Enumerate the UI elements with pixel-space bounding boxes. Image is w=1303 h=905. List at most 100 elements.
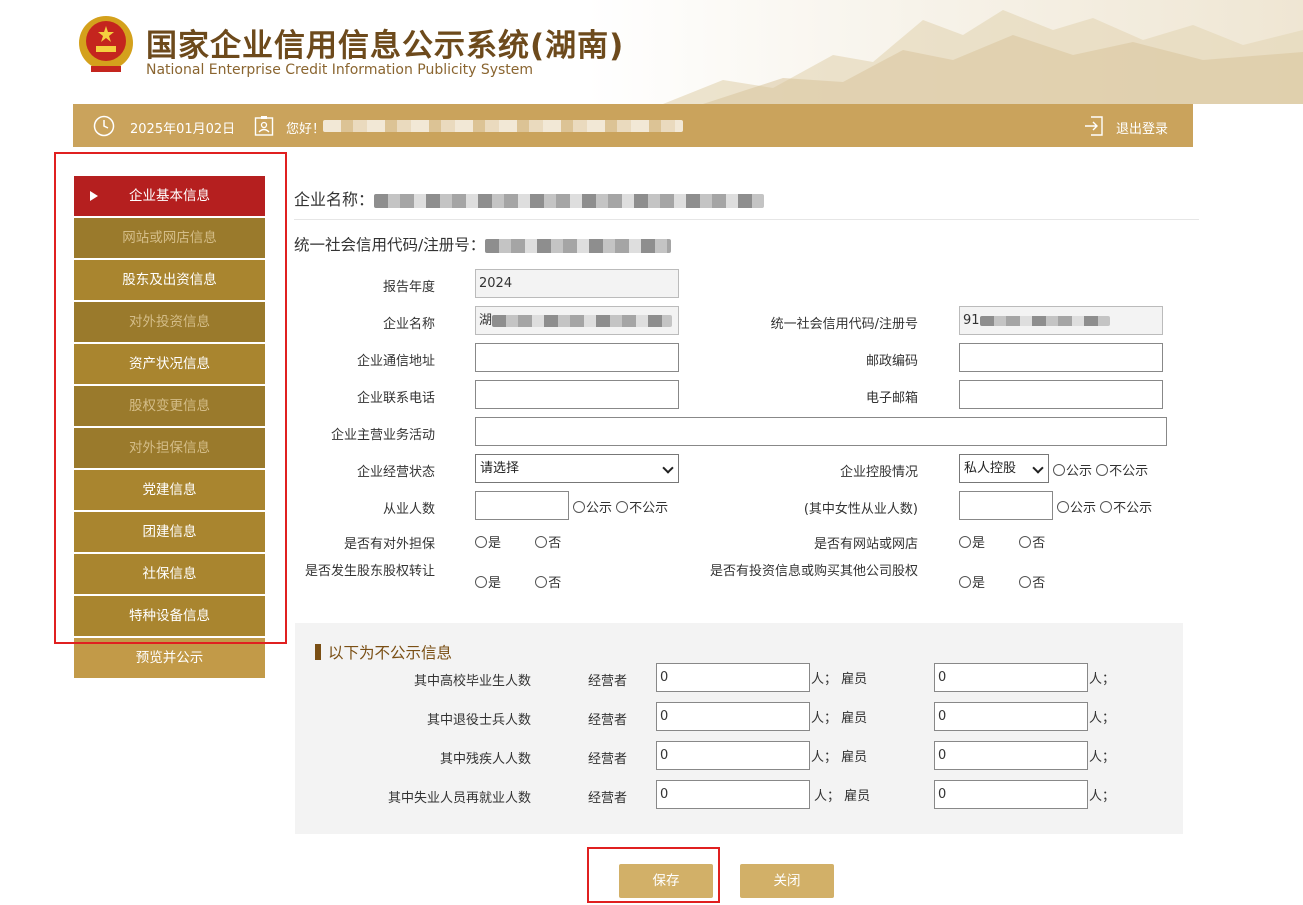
logout-icon[interactable] xyxy=(1083,115,1105,137)
holding-not-public-radio[interactable] xyxy=(1096,464,1109,476)
guarantee-no-radio[interactable] xyxy=(535,536,548,548)
website-yes-radio[interactable] xyxy=(959,536,971,548)
guarantee-yes-radio[interactable] xyxy=(475,536,487,548)
female-not-public-radio[interactable] xyxy=(1100,501,1113,513)
disabled-employee-input[interactable]: 0 xyxy=(934,741,1088,770)
investment-yes-text: 是 xyxy=(972,576,986,591)
sidebar-item-website[interactable]: 网站或网店信息 xyxy=(74,218,265,258)
email-label: 电子邮箱 xyxy=(865,391,918,406)
sidebar-item-guarantee[interactable]: 对外担保信息 xyxy=(74,428,265,468)
disabled-operator-label: 经营者 xyxy=(588,752,628,767)
female-employees-label: (其中女性从业人数) xyxy=(803,502,918,517)
equity-transfer-yes-radio[interactable] xyxy=(475,576,487,588)
female-public-radios: 公示 不公示 xyxy=(1057,497,1152,516)
reemployed-operator-label: 经营者 xyxy=(588,791,628,806)
business-label: 企业主营业务活动 xyxy=(330,428,435,443)
investment-label: 是否有投资信息或购买其他公司股权 xyxy=(709,564,918,579)
holding-label: 企业控股情况 xyxy=(839,465,918,480)
website-radios: 是 否 xyxy=(959,532,1045,551)
equity-transfer-no-radio[interactable] xyxy=(535,576,548,588)
credit-code-value: 91 xyxy=(963,313,980,328)
credit-code-field-label: 统一社会信用代码/注册号 xyxy=(770,317,918,332)
enterprise-name-redacted xyxy=(492,314,673,327)
sidebar: 企业基本信息 网站或网店信息 股东及出资信息 对外投资信息 资产状况信息 股权变… xyxy=(74,176,265,680)
reemployed-employee-input[interactable]: 0 xyxy=(934,780,1088,809)
non-public-title: 以下为不公示信息 xyxy=(315,641,452,663)
phone-input[interactable] xyxy=(475,380,679,409)
graduates-operator-input[interactable]: 0 xyxy=(656,663,810,692)
employees-label: 从业人数 xyxy=(382,502,435,517)
mountain-decoration xyxy=(663,10,1303,104)
credit-code-input-redacted xyxy=(979,315,1110,326)
holding-public-text: 公示 xyxy=(1066,464,1093,479)
website-yes-text: 是 xyxy=(972,536,986,551)
investment-no-radio[interactable] xyxy=(1019,576,1032,588)
equity-transfer-label: 是否发生股东股权转让 xyxy=(304,564,435,579)
sidebar-item-assets[interactable]: 资产状况信息 xyxy=(74,344,265,384)
chevron-down-icon xyxy=(662,462,674,474)
graduates-employee-input[interactable]: 0 xyxy=(934,663,1088,692)
sidebar-item-investment[interactable]: 对外投资信息 xyxy=(74,302,265,342)
business-input[interactable] xyxy=(475,417,1167,446)
employees-input[interactable] xyxy=(475,491,569,520)
credit-code-input[interactable]: 91 xyxy=(959,306,1163,335)
reemployed-label: 其中失业人员再就业人数 xyxy=(387,791,531,806)
female-employees-input[interactable] xyxy=(959,491,1053,520)
sidebar-item-social-security[interactable]: 社保信息 xyxy=(74,554,265,594)
holding-public-radio[interactable] xyxy=(1053,464,1065,476)
employees-not-public-radio[interactable] xyxy=(616,501,629,513)
enterprise-name-input[interactable]: 湖 xyxy=(475,306,679,335)
graduates-label: 其中高校毕业生人数 xyxy=(413,674,531,689)
email-input[interactable] xyxy=(959,380,1163,409)
postcode-input[interactable] xyxy=(959,343,1163,372)
holding-select[interactable]: 私人控股 xyxy=(959,454,1049,483)
username-redacted xyxy=(323,120,683,132)
female-public-radio[interactable] xyxy=(1057,501,1069,513)
sidebar-item-league[interactable]: 团建信息 xyxy=(74,512,265,552)
guarantee-yes-text: 是 xyxy=(488,536,502,551)
top-bar: 2025年01月02日 您好！ 退出登录 xyxy=(73,104,1193,147)
veterans-operator-input[interactable]: 0 xyxy=(656,702,810,731)
employees-public-text: 公示 xyxy=(586,501,613,516)
veterans-person-unit: 人； xyxy=(1089,711,1116,726)
website-label: 是否有网站或网店 xyxy=(813,537,918,552)
equity-transfer-yes-text: 是 xyxy=(488,576,502,591)
status-label: 企业经营状态 xyxy=(356,465,435,480)
phone-label: 企业联系电话 xyxy=(356,391,435,406)
credit-code-label: 统一社会信用代码/注册号： xyxy=(294,236,486,254)
website-no-text: 否 xyxy=(1032,536,1046,551)
save-button[interactable]: 保存 xyxy=(619,864,713,898)
holding-select-value: 私人控股 xyxy=(964,461,1017,476)
guarantee-label: 是否有对外担保 xyxy=(343,537,435,552)
guarantee-no-text: 否 xyxy=(548,536,562,551)
company-name-line: 企业名称： xyxy=(294,186,765,210)
company-name-label: 企业名称： xyxy=(294,190,375,209)
website-no-radio[interactable] xyxy=(1019,536,1032,548)
sidebar-item-basic-info[interactable]: 企业基本信息 xyxy=(74,176,265,216)
sidebar-item-special-equipment[interactable]: 特种设备信息 xyxy=(74,596,265,636)
logout-link[interactable]: 退出登录 xyxy=(1116,118,1168,137)
reemployed-operator-input[interactable]: 0 xyxy=(656,780,810,809)
postcode-label: 邮政编码 xyxy=(865,354,918,369)
site-subtitle: National Enterprise Credit Information P… xyxy=(146,62,534,78)
status-select[interactable]: 请选择 xyxy=(475,454,679,483)
equity-transfer-radios: 是 否 xyxy=(475,572,561,591)
sidebar-item-shareholders[interactable]: 股东及出资信息 xyxy=(74,260,265,300)
credit-code-line: 统一社会信用代码/注册号： xyxy=(294,233,672,255)
sidebar-item-preview-publish[interactable]: 预览并公示 xyxy=(74,638,265,678)
disabled-operator-input[interactable]: 0 xyxy=(656,741,810,770)
disabled-employee-label: 人； 雇员 xyxy=(811,750,868,765)
employees-public-radio[interactable] xyxy=(573,501,585,513)
address-input[interactable] xyxy=(475,343,679,372)
holding-not-public-text: 不公示 xyxy=(1109,464,1149,479)
site-header: 国家企业信用信息公示系统(湖南) National Enterprise Cre… xyxy=(0,0,1303,104)
sidebar-item-party[interactable]: 党建信息 xyxy=(74,470,265,510)
investment-yes-radio[interactable] xyxy=(959,576,971,588)
employees-public-radios: 公示 不公示 xyxy=(573,497,668,516)
equity-transfer-no-text: 否 xyxy=(548,576,562,591)
veterans-employee-input[interactable]: 0 xyxy=(934,702,1088,731)
report-year-input[interactable]: 2024 xyxy=(475,269,679,298)
sidebar-item-equity-change[interactable]: 股权变更信息 xyxy=(74,386,265,426)
close-button[interactable]: 关闭 xyxy=(740,864,834,898)
national-emblem-icon xyxy=(79,16,133,72)
